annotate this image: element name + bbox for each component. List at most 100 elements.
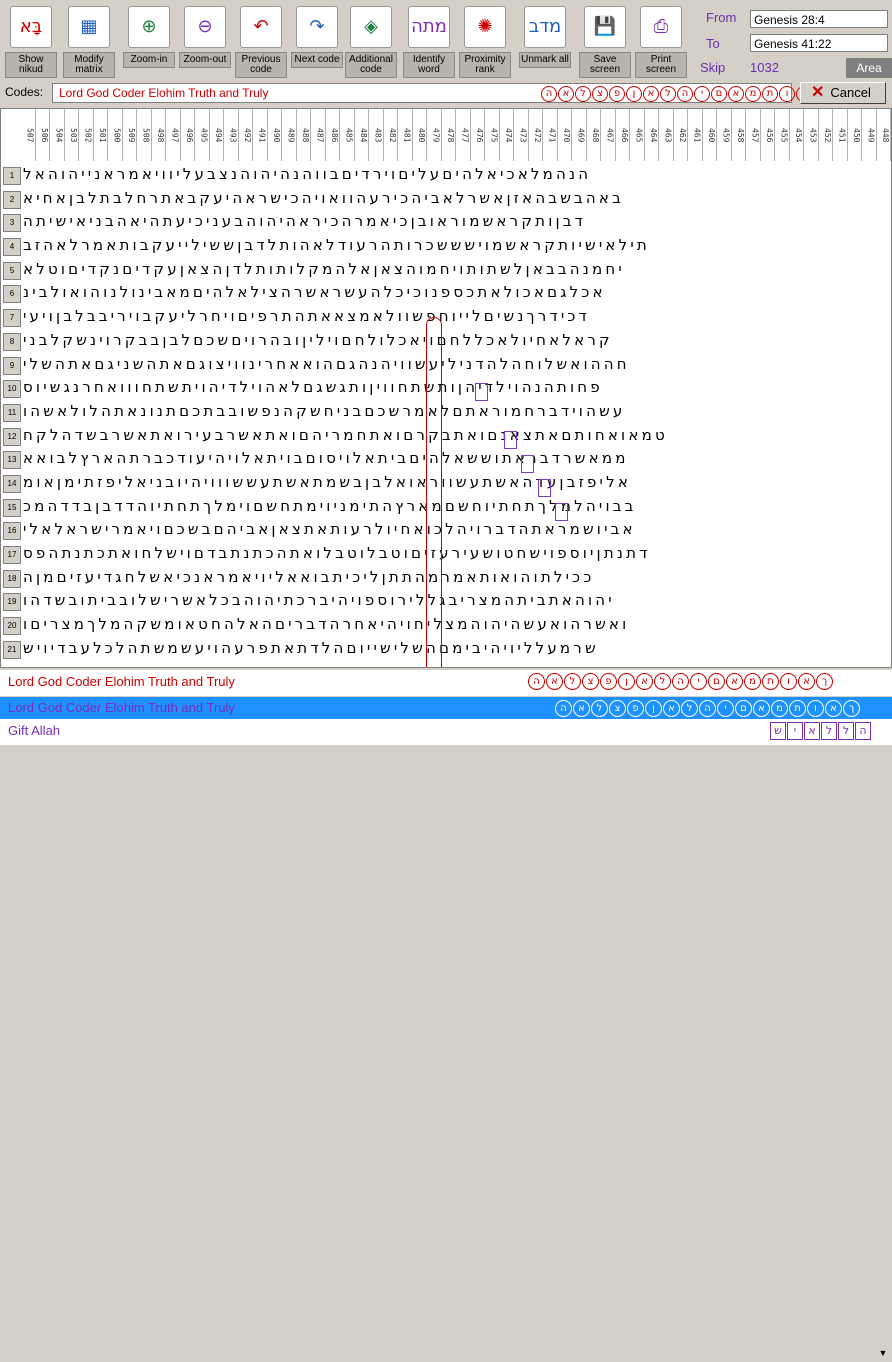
column-number: 497	[166, 109, 181, 161]
column-number: 496	[181, 109, 195, 161]
hebrew-letter: פ	[600, 673, 617, 690]
print-screen-button[interactable]: ⎙ Print screen	[634, 6, 688, 78]
result-item-selected[interactable]: Lord God Coder Elohim Truth and Truly הא…	[0, 697, 892, 719]
hebrew-letter: ו	[807, 700, 824, 717]
previous-code-button[interactable]: ↶ Previous code	[234, 6, 288, 78]
row-letters[interactable]: טמאואחותםאתצאנםואתבקרםואתחמריהםואתאשרבעי…	[23, 426, 668, 444]
row-letters[interactable]: יחמנהבבאןלשתותויחמוהצאןאלהמקלותותלדןהצאן…	[23, 260, 625, 278]
hebrew-letter: ה	[541, 86, 557, 102]
row-letters[interactable]: פחותהנהוילדיהןותשתחוויןותגשגםלאהוילדיהוי…	[23, 378, 603, 396]
row-letters[interactable]: דבןותקראשמוראובןכיאמרהכיראהיהוהבעניכיעתה…	[23, 212, 586, 230]
modify-matrix-button[interactable]: ▦ Modify matrix	[62, 6, 116, 78]
row-letters[interactable]: אכלגםאכולאתכספנוכיכלהעשראשרהצילאלהיםמאבי…	[23, 283, 606, 301]
hebrew-letter: א	[753, 700, 770, 717]
row-letters[interactable]: בבויהלמלךתחתיוחשםמארץהתימניוימתחשםוימלךת…	[23, 497, 637, 515]
row-number: 9	[3, 356, 21, 375]
additional-code-button[interactable]: ◈ Additional code	[344, 6, 398, 78]
hebrew-letter: צ	[582, 673, 599, 690]
area-button[interactable]: Area	[846, 58, 892, 78]
column-number: 456	[761, 109, 775, 161]
column-number: 479	[427, 109, 442, 161]
code-highlight-oval	[426, 317, 442, 667]
column-number: 461	[688, 109, 703, 161]
hebrew-letter: ל	[821, 722, 837, 740]
column-number: 453	[804, 109, 819, 161]
column-number: 507	[21, 109, 36, 161]
hebrew-letter: א	[804, 722, 820, 740]
column-number: 455	[775, 109, 790, 161]
row-letters[interactable]: תילאישיותקראשמוישששכרותהרעודלאהותלדבןששי…	[23, 236, 650, 254]
column-number: 462	[674, 109, 688, 161]
column-number: 454	[790, 109, 804, 161]
column-number: 469	[572, 109, 587, 161]
row-letters[interactable]: שרמעלליויהיבימםהשלישייוםהלדתאתפרעהויעשמש…	[23, 639, 599, 657]
codes-row: Codes: Lord God Coder Elohim Truth and T…	[0, 82, 892, 106]
row-letters[interactable]: יהוהאתביתהמצריבגללירוספויהיברכתיהוהבכלאש…	[23, 591, 615, 609]
word-highlight-box	[555, 503, 568, 521]
row-letters[interactable]: אביושמראתהדברויהלכואחיולרעותאתצאןאביהםבש…	[23, 520, 636, 538]
save-screen-button[interactable]: 💾 Save screen	[578, 6, 632, 78]
identify-word-icon: מתה	[408, 6, 450, 48]
column-number: 459	[717, 109, 732, 161]
unmark-all-button[interactable]: מדב Unmark all	[518, 6, 572, 78]
hebrew-letter: ם	[735, 700, 752, 717]
result-item[interactable]: Gift Allah שיאללה	[0, 719, 892, 745]
column-number: 493	[224, 109, 239, 161]
identify-word-button[interactable]: מתה Identify word	[402, 6, 456, 78]
row-letters[interactable]: עשהוידברחמוראתםלאמרשכםבניחשקהנפשובבתכםתנ…	[23, 402, 625, 420]
hebrew-letter: א	[643, 86, 659, 102]
zoom-in-button[interactable]: ⊕ Zoom-in	[122, 6, 176, 78]
column-number: 504	[50, 109, 65, 161]
row-letters[interactable]: דתנתןיוספוישחטושעירעזיםוטבלוטבלואתהכתנתב…	[23, 544, 651, 562]
next-code-button[interactable]: ↷ Next code	[290, 6, 344, 78]
hebrew-letter: ת	[789, 700, 806, 717]
hebrew-letter: ך	[843, 700, 860, 717]
hebrew-letter: ם	[708, 673, 725, 690]
column-number: 448	[877, 109, 891, 161]
hebrew-letter: א	[636, 673, 653, 690]
letter-matrix[interactable]: 507 506 504 503 502 501 500 509 508 498 497 496 495 4…	[0, 108, 892, 668]
column-number: 500	[108, 109, 123, 161]
button-label: Modify matrix	[63, 52, 115, 78]
row-letters[interactable]: חההואשלוחהלהדניליעשוויהנהגםהואאחרינוויצו…	[23, 355, 630, 373]
row-letters[interactable]: הנהמלאכיאלהיםעליםוירדיםבווהנהיהוהנצבעליו…	[23, 165, 591, 183]
button-label: Show nikud	[5, 52, 57, 78]
hebrew-letter: ה	[855, 722, 871, 740]
from-field[interactable]: Genesis 28:4	[750, 10, 888, 28]
button-label: Zoom-in	[123, 52, 175, 68]
column-number: 452	[819, 109, 833, 161]
chevron-down-icon[interactable]: ▼	[874, 1344, 892, 1362]
word-highlight-box	[538, 479, 551, 497]
to-field[interactable]: Genesis 41:22	[750, 34, 888, 52]
row-number: 13	[3, 451, 21, 470]
cancel-button[interactable]: ✕ Cancel	[800, 82, 886, 104]
zoom-out-button[interactable]: ⊖ Zoom-out	[178, 6, 232, 78]
column-number: 457	[746, 109, 761, 161]
row-letters[interactable]: ממאשרדבראתוששאלהיםביתאלויסוםבויתאלויהיעו…	[23, 449, 629, 467]
row-letters[interactable]: ככילתוהואותאמרמהתתןליכיתבואאליויאמראנכיא…	[23, 568, 594, 586]
show-nikud-button[interactable]: בָּא Show nikud	[4, 6, 58, 78]
row-letters[interactable]: באהבשבהאזןאשרלאביהכירעהוואויהכישראהיעקבא…	[23, 189, 624, 207]
hebrew-letter: ך	[816, 673, 833, 690]
row-number: 15	[3, 498, 21, 517]
result-item[interactable]: Lord God Coder Elohim Truth and Truly הא…	[0, 670, 892, 1362]
hebrew-letter: ל	[575, 86, 591, 102]
hebrew-letter: א	[728, 86, 744, 102]
hebrew-letter: ן	[645, 700, 662, 717]
codes-label: Codes:	[5, 85, 44, 99]
column-number: 474	[500, 109, 514, 161]
hebrew-letter: מ	[744, 673, 761, 690]
row-number: 5	[3, 261, 21, 280]
button-label: Save screen	[579, 52, 631, 78]
row-letters[interactable]: ואשרהואעשהיהוהמצליחויהיאחרהדבריםהאלהחטאו…	[23, 615, 629, 633]
proximity-rank-button[interactable]: ✺ Proximity rank	[458, 6, 512, 78]
codes-dropdown[interactable]: Lord God Coder Elohim Truth and Truly הא…	[52, 83, 844, 103]
row-letters[interactable]: דכידרךנשיםלייוחפשוולאמצאאתהתרפיםויחרליעק…	[23, 307, 590, 325]
button-label: Next code	[291, 52, 343, 68]
hebrew-letter: ה	[677, 86, 693, 102]
row-number: 21	[3, 640, 21, 659]
codes-hebrew-sequence: האלצפןאלהיםאמתואך	[541, 86, 830, 102]
word-highlight-box	[504, 431, 517, 449]
row-letters[interactable]: קראלאחיולאכללחםויאכלולחםויליןובהרויםשכםל…	[23, 331, 613, 349]
column-number: 502	[79, 109, 94, 161]
